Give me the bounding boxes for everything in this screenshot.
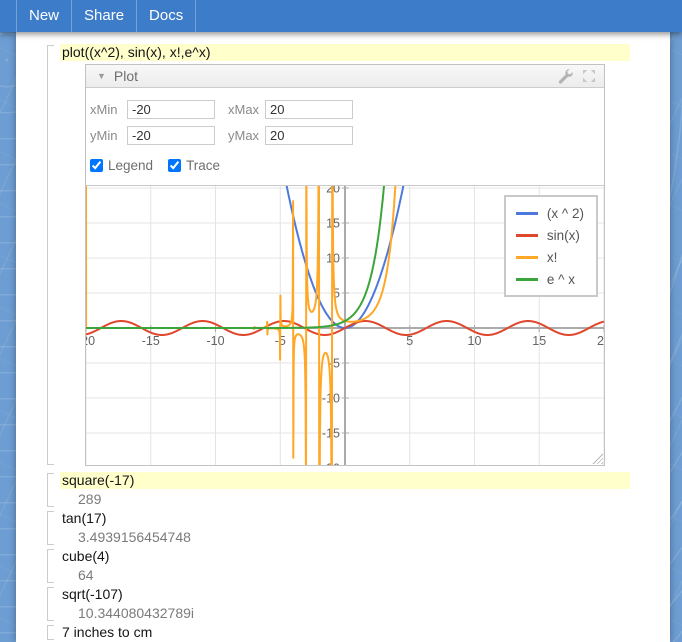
legend-toggle[interactable]: Legend [90,158,153,173]
legend-row: (x ^ 2) [515,202,584,224]
legend-swatch [515,277,538,281]
trace-toggle[interactable]: Trace [168,158,220,173]
y-range-row: yMin yMax [90,126,604,145]
svg-text:15: 15 [532,334,546,348]
xmax-input[interactable] [265,100,353,119]
legend-swatch [515,255,538,259]
svg-text:10: 10 [468,334,482,348]
worksheet-cell: tan(17) 3.4939156454748 [47,510,670,546]
expand-icon[interactable] [582,69,596,83]
expression-input[interactable]: sqrt(-107) [60,586,630,603]
chart-legend: (x ^ 2) sin(x) x! e ^ x [503,195,598,297]
ymax-label: yMax [228,128,260,143]
nav-item-new[interactable]: New [16,0,71,32]
svg-text:-5: -5 [329,357,340,371]
app-background: { "navbar": { "items": [ { "label": "New… [0,0,682,642]
plot-panel: ▼ Plot xMin xMax [85,64,605,466]
ymin-label: yMin [90,128,118,143]
trace-checkbox[interactable] [168,159,182,172]
worksheet-cells: square(-17) 289 tan(17) 3.4939156454748 … [47,472,670,641]
plot-controls: xMin xMax yMin yMax Legend [86,88,604,185]
svg-text:20: 20 [597,334,604,348]
x-range-row: xMin xMax [90,100,604,119]
expression-input[interactable]: square(-17) [60,472,630,489]
expression-input[interactable]: tan(17) [60,510,630,527]
collapse-icon[interactable]: ▼ [97,71,106,81]
expression-result: 289 [78,491,102,507]
legend-label: (x ^ 2) [546,205,584,221]
worksheet-cell: sqrt(-107) 10.344080432789i [47,586,670,622]
expression-result: 3.4939156454748 [78,529,191,545]
legend-label: sin(x) [546,227,580,243]
chart-area: -20-15-10-55101520-20-15-10-55101520 (x … [86,185,604,465]
legend-checkbox[interactable] [90,159,103,172]
nav-item-docs[interactable]: Docs [136,0,197,32]
svg-text:5: 5 [406,334,413,348]
expression-input[interactable]: 7 inches to cm [60,624,630,641]
legend-checkbox-label: Legend [108,158,154,173]
expression-input[interactable]: plot((x^2), sin(x), x!,e^x) [60,44,630,61]
xmax-label: xMax [228,102,260,117]
svg-text:-20: -20 [86,334,95,348]
expression-input[interactable]: cube(4) [60,548,630,565]
plot-options-row: Legend Trace [90,158,604,173]
xmin-input[interactable] [127,100,215,119]
legend-swatch [515,233,538,237]
xmin-label: xMin [90,102,118,117]
plot-panel-header: ▼ Plot [86,65,604,88]
expression-result: 64 [78,567,94,583]
worksheet-cell-plot: plot((x^2), sin(x), x!,e^x) ▼ Plot xMin … [47,44,670,466]
ymin-input[interactable] [127,126,215,145]
worksheet-cell: cube(4) 64 [47,548,670,584]
ymax-input[interactable] [265,126,353,145]
nav-item-share[interactable]: Share [71,0,136,32]
worksheet-cell: square(-17) 289 [47,472,670,508]
expression-result: 10.344080432789i [78,605,195,621]
navbar: New Share Docs [0,0,682,32]
legend-row: x! [515,246,584,268]
plot-panel-title: Plot [113,68,139,84]
legend-label: x! [546,249,558,265]
notepad-page: plot((x^2), sin(x), x!,e^x) ▼ Plot xMin … [16,32,670,642]
wrench-icon[interactable] [557,68,573,84]
legend-swatch [515,211,538,215]
svg-text:-10: -10 [206,334,224,348]
legend-row: e ^ x [515,268,584,290]
worksheet-cell: 7 inches to cm [47,624,670,641]
legend-row: sin(x) [515,224,584,246]
trace-checkbox-label: Trace [186,158,221,173]
legend-label: e ^ x [546,271,576,287]
svg-text:-15: -15 [142,334,160,348]
